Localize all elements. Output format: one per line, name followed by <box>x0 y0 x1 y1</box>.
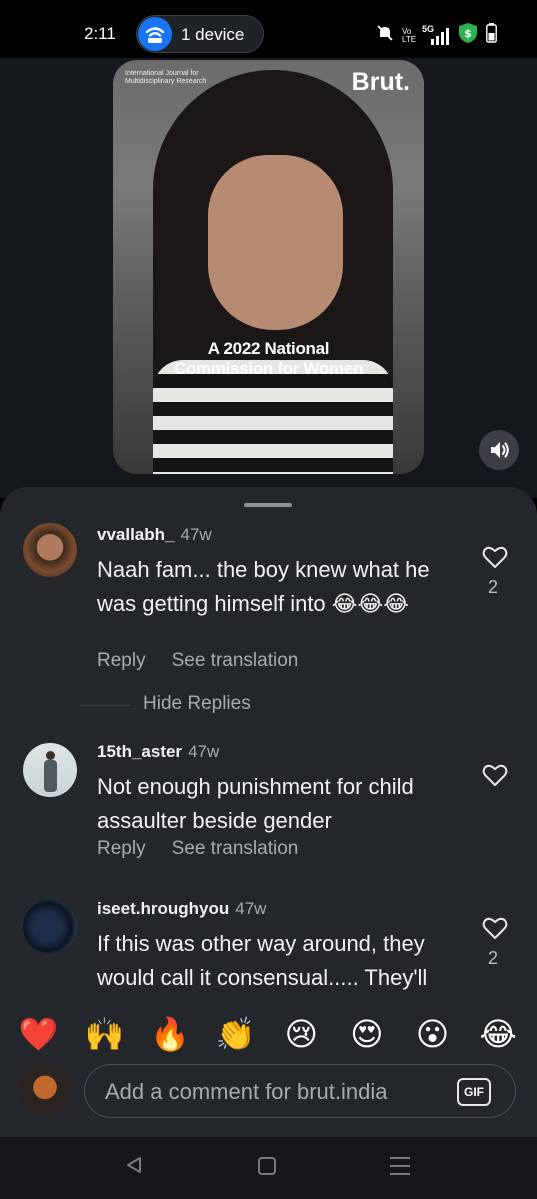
status-icons: Vo LTE 5G $ <box>376 22 497 49</box>
sheet-drag-handle[interactable] <box>244 503 292 507</box>
quick-emoji-bar: ❤️ 🙌 🔥 👏 😢 😍 😮 😂 <box>0 1014 537 1054</box>
reply-button[interactable]: Reply <box>97 838 146 860</box>
comment-age: 47w <box>235 899 267 918</box>
svg-text:$: $ <box>464 27 472 40</box>
avatar[interactable] <box>23 743 77 797</box>
emoji-heart-eyes[interactable]: 😍 <box>347 1014 387 1054</box>
comment-text: Not enough punishment for child assaulte… <box>97 774 414 833</box>
volte-icon: Vo LTE <box>402 26 417 44</box>
see-translation-button[interactable]: See translation <box>172 650 299 672</box>
status-bar: 2:11 1 device Vo LTE 5G $ <box>0 0 537 58</box>
heart-icon[interactable] <box>482 763 508 787</box>
video-journal-credit: International Journal for Multidisciplin… <box>125 70 207 85</box>
heart-icon[interactable] <box>482 916 508 940</box>
emoji-surprised[interactable]: 😮 <box>413 1014 453 1054</box>
reply-button[interactable]: Reply <box>97 650 146 672</box>
shield-dollar-icon: $ <box>458 22 478 49</box>
avatar[interactable] <box>23 900 77 954</box>
see-translation-button[interactable]: See translation <box>172 838 299 860</box>
video-caption-line-1: A 2022 National <box>207 339 330 358</box>
wifi-icon <box>138 17 172 51</box>
comment-username[interactable]: vvallabh_ 47w <box>97 525 212 545</box>
connected-devices-pill[interactable]: 1 device <box>136 15 264 53</box>
5g-signal-icon: 5G <box>422 24 450 45</box>
mute-icon <box>376 24 394 47</box>
speaker-icon <box>491 442 509 458</box>
comment-composer: ❤️ 🙌 🔥 👏 😢 😍 😮 😂 Add a comment for brut.… <box>0 1002 537 1137</box>
sound-toggle-button[interactable] <box>479 430 519 470</box>
back-icon[interactable] <box>124 1155 144 1175</box>
replies-divider <box>80 705 130 706</box>
video-brand-logo: Brut. <box>351 68 410 96</box>
comment-age: 47w <box>180 525 212 544</box>
video-caption: A 2022 National Commission for Women <box>113 339 424 379</box>
emoji-heart[interactable]: ❤️ <box>19 1014 59 1054</box>
like-count: 2 <box>488 948 499 968</box>
emoji-clapping[interactable]: 👏 <box>216 1014 256 1054</box>
emoji-raised-hands[interactable]: 🙌 <box>84 1014 125 1054</box>
system-nav-bar <box>0 1137 537 1199</box>
emoji-crying[interactable]: 😢 <box>281 1014 321 1054</box>
emoji-fire[interactable]: 🔥 <box>150 1014 190 1054</box>
battery-icon <box>486 23 497 48</box>
like-count: 2 <box>488 577 499 597</box>
comment-username[interactable]: iseet.hroughyou 47w <box>97 899 266 919</box>
comment-age: 47w <box>188 742 220 761</box>
comment-actions: Reply See translation <box>97 838 298 860</box>
video-person-face <box>208 155 343 330</box>
hide-replies-button[interactable]: Hide Replies <box>143 693 251 715</box>
my-avatar <box>19 1064 71 1116</box>
comment-actions: Reply See translation <box>97 650 298 672</box>
emoji-laughing[interactable]: 😂 <box>478 1014 518 1054</box>
comment-input[interactable]: Add a comment for brut.india GIF <box>84 1064 516 1118</box>
reel-video[interactable]: International Journal for Multidisciplin… <box>113 60 424 474</box>
comment-text: Naah fam... the boy knew what he was get… <box>97 557 430 616</box>
comment-username[interactable]: 15th_aster 47w <box>97 742 219 762</box>
comment-input-placeholder: Add a comment for brut.india <box>105 1079 388 1104</box>
recents-icon[interactable] <box>390 1157 410 1181</box>
gif-button[interactable]: GIF <box>457 1078 491 1106</box>
video-caption-line-2: Commission for Women <box>173 359 364 378</box>
status-time: 2:11 <box>84 24 116 43</box>
heart-icon[interactable] <box>482 545 508 569</box>
avatar[interactable] <box>23 523 77 577</box>
device-pill-label: 1 device <box>181 25 245 44</box>
home-icon[interactable] <box>258 1157 276 1175</box>
